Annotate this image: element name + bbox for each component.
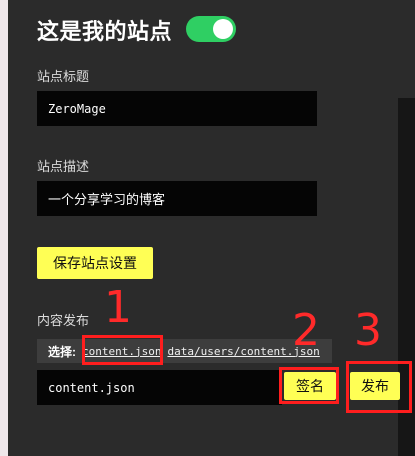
site-toggle[interactable] xyxy=(186,16,236,42)
highlight-box-3 xyxy=(346,361,412,413)
window-edge xyxy=(0,0,8,456)
file-input[interactable]: content.json xyxy=(37,370,282,405)
annotation-number-1: 1 xyxy=(104,282,132,333)
description-input[interactable]: 一个分享学习的博客 xyxy=(37,181,317,216)
save-settings-button[interactable]: 保存站点设置 xyxy=(37,247,153,279)
title-field-label: 站点标题 xyxy=(37,69,90,84)
highlight-box-1 xyxy=(82,335,163,365)
toggle-knob xyxy=(213,19,233,39)
select-label: 选择: xyxy=(48,344,76,359)
publish-section-label: 内容发布 xyxy=(37,313,90,328)
highlight-box-2 xyxy=(279,367,339,404)
site-title: 这是我的站点 xyxy=(37,19,173,44)
annotation-number-3: 3 xyxy=(354,305,382,356)
description-field-label: 站点描述 xyxy=(37,159,90,174)
title-input[interactable]: ZeroMage xyxy=(37,91,317,126)
annotation-number-2: 2 xyxy=(292,305,320,356)
